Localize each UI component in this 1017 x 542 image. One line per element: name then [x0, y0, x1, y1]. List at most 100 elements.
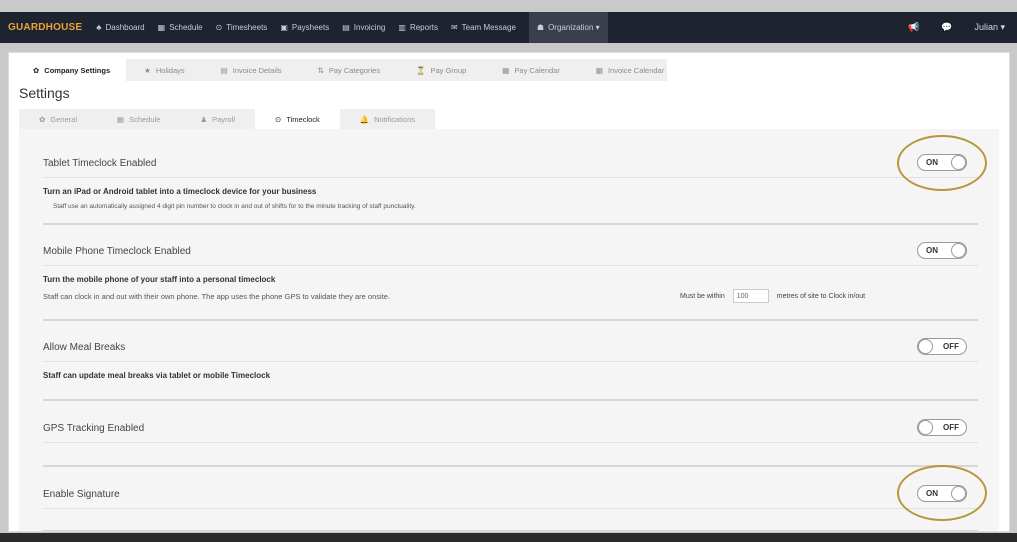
- section-separator: [43, 319, 978, 321]
- subtab-label: Schedule: [129, 114, 161, 124]
- gps-tracking-toggle[interactable]: OFF: [917, 419, 967, 436]
- nav-organization[interactable]: ☗ Organization ▾: [528, 12, 608, 43]
- nav-label: Invoicing: [353, 23, 386, 32]
- nav-paysheets[interactable]: ▣ Paysheets: [280, 23, 329, 32]
- subtab-label: Payroll: [212, 114, 236, 124]
- meal-breaks-heading: Staff can update meal breaks via tablet …: [43, 371, 271, 380]
- toggle-label: OFF: [943, 423, 959, 432]
- chat-icon[interactable]: 💬: [941, 22, 952, 33]
- list-icon: ▤: [220, 65, 228, 75]
- nav-label: Schedule: [169, 23, 203, 32]
- top-navbar: GUARDHOUSE ♣ Dashboard ▦ Schedule ⊙ Timeshe…: [0, 12, 1017, 43]
- mobile-timeclock-toggle[interactable]: ON: [917, 242, 967, 259]
- gps-tracking-title: GPS Tracking Enabled: [43, 423, 145, 434]
- nav-label: Paysheets: [291, 23, 330, 32]
- section-separator: [43, 465, 978, 467]
- tab-pay-calendar[interactable]: ▦ Pay Calendar: [484, 59, 578, 81]
- brand-logo[interactable]: GUARDHOUSE: [8, 22, 82, 33]
- divider: [43, 508, 978, 509]
- highlight-ring: [897, 465, 987, 521]
- tab-label: Pay Categories: [328, 65, 381, 75]
- divider: [43, 265, 978, 266]
- subtab-label: General: [50, 114, 77, 124]
- megaphone-icon[interactable]: 📢: [908, 22, 919, 33]
- subtab-label: Notifications: [374, 114, 416, 124]
- tab-invoice-details[interactable]: ▤ Invoice Details: [203, 59, 300, 81]
- calendar-icon: ▦: [595, 65, 603, 75]
- timeclock-settings: Tablet Timeclock Enabled Turn an iPad or…: [19, 129, 999, 531]
- meal-breaks-title: Allow Meal Breaks: [43, 342, 126, 353]
- tab-pay-group[interactable]: ⏳ Pay Group: [398, 59, 484, 81]
- subtab-label: Timeclock: [286, 114, 320, 124]
- subtab-timeclock[interactable]: ⊙ Timeclock: [255, 109, 340, 129]
- tab-holidays[interactable]: ★ Holidays: [126, 59, 203, 81]
- tab-label: Company Settings: [44, 65, 111, 75]
- divider: [43, 177, 978, 178]
- subtab-payroll[interactable]: ♟ Payroll: [180, 109, 255, 129]
- nav-label: Organization ▾: [548, 23, 600, 32]
- nav-label: Team Message: [461, 23, 516, 32]
- calendar-icon: ▦: [157, 23, 166, 32]
- tab-label: Pay Group: [430, 65, 467, 75]
- tablet-timeclock-heading: Turn an iPad or Android tablet into a ti…: [43, 187, 317, 196]
- tablet-timeclock-title: Tablet Timeclock Enabled: [43, 158, 157, 169]
- clock-icon: ⊙: [215, 23, 223, 32]
- report-icon: ▥: [398, 23, 406, 32]
- envelope-icon: ✉: [450, 23, 458, 32]
- within-suffix: metres of site to Clock in/out: [776, 292, 866, 300]
- calendar-icon: ▦: [116, 114, 125, 124]
- tablet-timeclock-desc: Staff use an automatically assigned 4 di…: [53, 203, 416, 210]
- gear-icon: ✿: [39, 114, 46, 124]
- clock-icon: ⊙: [275, 114, 282, 124]
- subtab-notifications[interactable]: 🔔 Notifications: [340, 109, 435, 129]
- settings-panel: ✿ Company Settings ★ Holidays ▤ Invoice Det…: [8, 52, 1010, 532]
- section-separator: [43, 399, 978, 401]
- divider: [43, 361, 978, 362]
- nav-reports[interactable]: ▥ Reports: [398, 23, 438, 32]
- subtab-schedule[interactable]: ▦ Schedule: [97, 109, 180, 129]
- toggle-knob: [918, 339, 933, 354]
- gps-radius-input[interactable]: [732, 289, 769, 303]
- page-tabs: ✿ Company Settings ★ Holidays ▤ Invoice Det…: [17, 59, 667, 81]
- group-icon: ☗: [536, 23, 545, 32]
- user-menu[interactable]: Julian ▾: [974, 22, 1005, 33]
- subtab-general[interactable]: ✿ General: [19, 109, 97, 129]
- tab-invoice-calendar[interactable]: ▦ Invoice Calendar: [578, 59, 682, 81]
- toggle-label: ON: [926, 246, 938, 255]
- invoice-icon: ▤: [342, 23, 350, 32]
- right-nav: 📢 💬 Julian ▾: [908, 12, 1005, 43]
- nav-invoicing[interactable]: ▤ Invoicing: [342, 23, 385, 32]
- toggle-label: OFF: [943, 342, 959, 351]
- signature-title: Enable Signature: [43, 489, 120, 500]
- section-separator: [43, 223, 978, 225]
- tab-label: Invoice Details: [232, 65, 282, 75]
- nav-label: Timesheets: [226, 23, 268, 32]
- bell-icon: 🔔: [359, 114, 370, 124]
- nav-team-message[interactable]: ✉ Team Message: [451, 23, 516, 32]
- money-icon: ▣: [280, 23, 288, 32]
- tab-pay-categories[interactable]: ⇅ Pay Categories: [300, 59, 399, 81]
- tab-label: Holidays: [155, 65, 185, 75]
- meal-breaks-toggle[interactable]: OFF: [917, 338, 967, 355]
- nav-label: Dashboard: [105, 23, 145, 32]
- hourglass-icon: ⏳: [416, 65, 426, 75]
- tab-company-settings[interactable]: ✿ Company Settings: [17, 59, 127, 81]
- mobile-timeclock-title: Mobile Phone Timeclock Enabled: [43, 246, 191, 257]
- section-separator: [43, 530, 978, 531]
- nav-dashboard[interactable]: ♣ Dashboard: [96, 23, 144, 32]
- bottom-bar: [0, 533, 1017, 542]
- mobile-timeclock-heading: Turn the mobile phone of your staff into…: [43, 275, 276, 284]
- tab-label: Invoice Calendar: [607, 65, 665, 75]
- star-icon: ★: [144, 65, 151, 75]
- gear-icon: ✿: [33, 65, 40, 75]
- toggle-knob: [951, 243, 966, 258]
- calendar-icon: ▦: [502, 65, 510, 75]
- nav-timesheets[interactable]: ⊙ Timesheets: [216, 23, 268, 32]
- dashboard-icon: ♣: [96, 23, 102, 32]
- tab-label: Pay Calendar: [514, 65, 560, 75]
- gps-radius-group: Must be within metres of site to Clock i…: [680, 289, 865, 303]
- person-icon: ♟: [200, 114, 208, 124]
- sort-icon: ⇅: [317, 65, 324, 75]
- nav-schedule[interactable]: ▦ Schedule: [158, 23, 203, 32]
- nav-label: Reports: [409, 23, 438, 32]
